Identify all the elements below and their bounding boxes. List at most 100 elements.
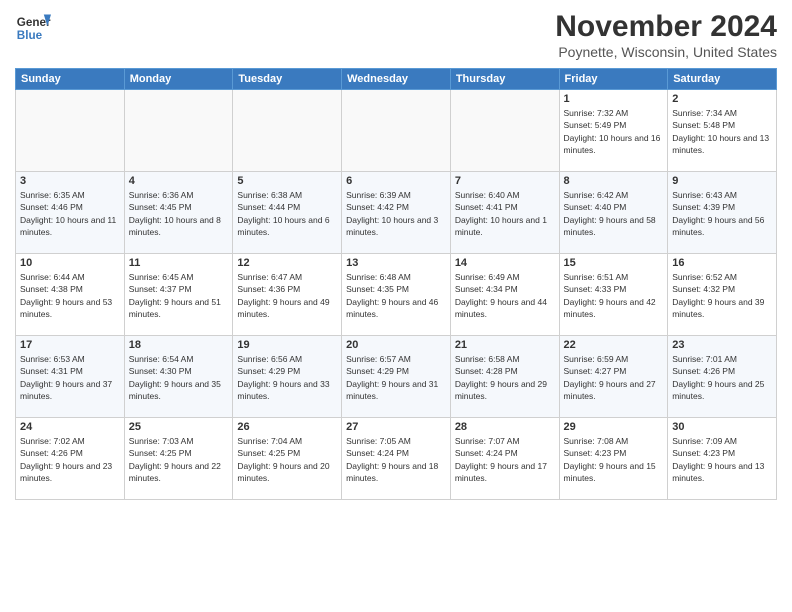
cell-w1-d5: 8Sunrise: 6:42 AM Sunset: 4:40 PM Daylig… [559,172,668,254]
title-area: November 2024 Poynette, Wisconsin, Unite… [555,10,777,60]
day-number: 19 [237,339,337,351]
header: General Blue November 2024 Poynette, Wis… [15,10,777,60]
day-info: Sunrise: 6:48 AM Sunset: 4:35 PM Dayligh… [346,271,446,320]
day-number: 16 [672,257,772,269]
cell-w1-d2: 5 Sunrise: 6:38 AM Sunset: 4:44 PM Daylig… [233,172,342,254]
cell-w4-d6: 30Sunrise: 7:09 AM Sunset: 4:23 PM Dayli… [668,418,777,500]
col-tuesday: Tuesday [233,69,342,90]
cell-w1-d4: 7 Sunrise: 6:40 AM Sunset: 4:41 PM Daylig… [450,172,559,254]
day-number: 29 [564,421,664,433]
cell-w2-d1: 11Sunrise: 6:45 AM Sunset: 4:37 PM Dayli… [124,254,233,336]
day-number: 3 [20,175,120,187]
day-info: Sunrise: 6:57 AM Sunset: 4:29 PM Dayligh… [346,353,446,402]
day-number: 4 [129,175,229,187]
day-number: 1 [564,93,664,105]
day-number: 2 [672,93,772,105]
cell-w2-d2: 12 Sunrise: 6:47 AM Sunset: 4:36 PM Dayli… [233,254,342,336]
day-number: 12 [237,257,337,269]
day-info: Sunrise: 7:32 AM Sunset: 5:49 PM Dayligh… [564,107,664,156]
cell-w4-d5: 29 Sunrise: 7:08 AM Sunset: 4:23 PM Dayli… [559,418,668,500]
col-sunday: Sunday [16,69,125,90]
day-number: 7 [455,175,555,187]
cell-w0-d3 [342,90,451,172]
cell-w4-d2: 26Sunrise: 7:04 AM Sunset: 4:25 PM Dayli… [233,418,342,500]
day-info: Sunrise: 7:03 AM Sunset: 4:25 PM Dayligh… [129,435,229,484]
day-info: Sunrise: 6:38 AM Sunset: 4:44 PM Dayligh… [237,189,337,238]
day-info: Sunrise: 6:53 AM Sunset: 4:31 PM Dayligh… [20,353,120,402]
calendar-page: General Blue November 2024 Poynette, Wis… [0,0,792,612]
day-number: 27 [346,421,446,433]
day-info: Sunrise: 6:43 AM Sunset: 4:39 PM Dayligh… [672,189,772,238]
cell-w1-d3: 6Sunrise: 6:39 AM Sunset: 4:42 PM Daylig… [342,172,451,254]
cell-w2-d3: 13 Sunrise: 6:48 AM Sunset: 4:35 PM Dayli… [342,254,451,336]
location: Poynette, Wisconsin, United States [555,44,777,60]
day-info: Sunrise: 6:54 AM Sunset: 4:30 PM Dayligh… [129,353,229,402]
cell-w2-d4: 14Sunrise: 6:49 AM Sunset: 4:34 PM Dayli… [450,254,559,336]
header-row: Sunday Monday Tuesday Wednesday Thursday… [16,69,777,90]
day-info: Sunrise: 6:52 AM Sunset: 4:32 PM Dayligh… [672,271,772,320]
cell-w3-d5: 22Sunrise: 6:59 AM Sunset: 4:27 PM Dayli… [559,336,668,418]
day-number: 13 [346,257,446,269]
day-info: Sunrise: 7:07 AM Sunset: 4:24 PM Dayligh… [455,435,555,484]
day-number: 17 [20,339,120,351]
cell-w1-d0: 3 Sunrise: 6:35 AM Sunset: 4:46 PM Daylig… [16,172,125,254]
logo: General Blue [15,10,51,46]
cell-w0-d0 [16,90,125,172]
day-info: Sunrise: 7:05 AM Sunset: 4:24 PM Dayligh… [346,435,446,484]
day-info: Sunrise: 7:09 AM Sunset: 4:23 PM Dayligh… [672,435,772,484]
cell-w0-d2 [233,90,342,172]
day-info: Sunrise: 6:47 AM Sunset: 4:36 PM Dayligh… [237,271,337,320]
day-info: Sunrise: 6:56 AM Sunset: 4:29 PM Dayligh… [237,353,337,402]
day-number: 28 [455,421,555,433]
svg-text:Blue: Blue [17,29,43,42]
calendar-table: Sunday Monday Tuesday Wednesday Thursday… [15,68,777,500]
day-info: Sunrise: 6:45 AM Sunset: 4:37 PM Dayligh… [129,271,229,320]
day-info: Sunrise: 7:08 AM Sunset: 4:23 PM Dayligh… [564,435,664,484]
cell-w2-d5: 15 Sunrise: 6:51 AM Sunset: 4:33 PM Dayli… [559,254,668,336]
day-number: 6 [346,175,446,187]
cell-w3-d2: 19 Sunrise: 6:56 AM Sunset: 4:29 PM Dayli… [233,336,342,418]
cell-w3-d4: 21 Sunrise: 6:58 AM Sunset: 4:28 PM Dayli… [450,336,559,418]
col-friday: Friday [559,69,668,90]
cell-w3-d1: 18 Sunrise: 6:54 AM Sunset: 4:30 PM Dayli… [124,336,233,418]
cell-w4-d1: 25 Sunrise: 7:03 AM Sunset: 4:25 PM Dayli… [124,418,233,500]
cell-w4-d4: 28 Sunrise: 7:07 AM Sunset: 4:24 PM Dayli… [450,418,559,500]
day-info: Sunrise: 6:44 AM Sunset: 4:38 PM Dayligh… [20,271,120,320]
day-info: Sunrise: 6:40 AM Sunset: 4:41 PM Dayligh… [455,189,555,238]
day-number: 22 [564,339,664,351]
week-row-4: 24 Sunrise: 7:02 AM Sunset: 4:26 PM Dayli… [16,418,777,500]
month-title: November 2024 [555,10,777,44]
cell-w0-d6: 2 Sunrise: 7:34 AM Sunset: 5:48 PM Daylig… [668,90,777,172]
day-info: Sunrise: 6:35 AM Sunset: 4:46 PM Dayligh… [20,189,120,238]
logo-icon: General Blue [15,10,51,46]
col-monday: Monday [124,69,233,90]
week-row-2: 10Sunrise: 6:44 AM Sunset: 4:38 PM Dayli… [16,254,777,336]
cell-w4-d3: 27 Sunrise: 7:05 AM Sunset: 4:24 PM Dayli… [342,418,451,500]
day-info: Sunrise: 7:02 AM Sunset: 4:26 PM Dayligh… [20,435,120,484]
week-row-3: 17 Sunrise: 6:53 AM Sunset: 4:31 PM Dayli… [16,336,777,418]
day-number: 18 [129,339,229,351]
cell-w0-d5: 1 Sunrise: 7:32 AM Sunset: 5:49 PM Daylig… [559,90,668,172]
day-info: Sunrise: 6:51 AM Sunset: 4:33 PM Dayligh… [564,271,664,320]
week-row-0: 1 Sunrise: 7:32 AM Sunset: 5:49 PM Daylig… [16,90,777,172]
day-info: Sunrise: 7:01 AM Sunset: 4:26 PM Dayligh… [672,353,772,402]
day-number: 26 [237,421,337,433]
day-number: 21 [455,339,555,351]
day-info: Sunrise: 6:36 AM Sunset: 4:45 PM Dayligh… [129,189,229,238]
day-number: 20 [346,339,446,351]
day-number: 24 [20,421,120,433]
day-number: 25 [129,421,229,433]
cell-w0-d1 [124,90,233,172]
day-info: Sunrise: 6:58 AM Sunset: 4:28 PM Dayligh… [455,353,555,402]
day-number: 5 [237,175,337,187]
day-number: 15 [564,257,664,269]
cell-w0-d4 [450,90,559,172]
col-saturday: Saturday [668,69,777,90]
week-row-1: 3 Sunrise: 6:35 AM Sunset: 4:46 PM Daylig… [16,172,777,254]
cell-w2-d0: 10Sunrise: 6:44 AM Sunset: 4:38 PM Dayli… [16,254,125,336]
cell-w2-d6: 16 Sunrise: 6:52 AM Sunset: 4:32 PM Dayli… [668,254,777,336]
cell-w1-d1: 4 Sunrise: 6:36 AM Sunset: 4:45 PM Daylig… [124,172,233,254]
day-info: Sunrise: 7:34 AM Sunset: 5:48 PM Dayligh… [672,107,772,156]
cell-w3-d0: 17 Sunrise: 6:53 AM Sunset: 4:31 PM Dayli… [16,336,125,418]
cell-w3-d6: 23Sunrise: 7:01 AM Sunset: 4:26 PM Dayli… [668,336,777,418]
